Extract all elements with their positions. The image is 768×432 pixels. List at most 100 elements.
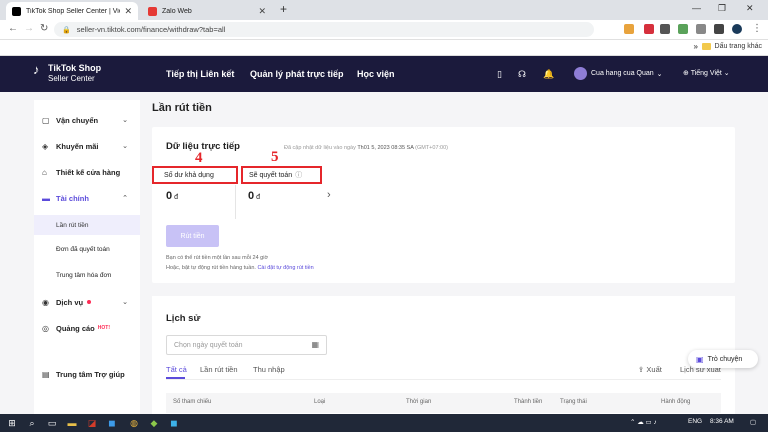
chat-icon: ▣	[696, 354, 704, 364]
available-label-text: Số dư khả dụng	[164, 171, 214, 179]
app-icon[interactable]: ◼	[106, 417, 118, 429]
info-icon[interactable]: ⓘ	[295, 170, 302, 180]
sidebar-item-finance[interactable]: ▬ Tài chính ⌃	[34, 190, 140, 206]
sidebar-sub-invoice-center[interactable]: Trung tâm hóa đơn	[34, 268, 140, 282]
settled-label-text: Sẽ quyết toán	[249, 171, 293, 179]
chevron-down-icon: ⌄	[122, 117, 128, 124]
col-amount: Thành tiền	[514, 399, 543, 405]
available-value: 0	[166, 190, 173, 202]
to-be-settled-label[interactable]: Sẽ quyết toán ⓘ	[241, 166, 322, 184]
wallet-icon: ▬	[42, 193, 50, 203]
sidebar-item-ads[interactable]: ◎ Quảng cáo HOT!	[34, 320, 140, 336]
tab-tiktok[interactable]: TikTok Shop Seller Center | Vietn ✕	[6, 2, 138, 20]
sidebar: ▢ Vận chuyển ⌄ ◈ Khuyến mãi ⌄ ⌂ Thiết kế…	[34, 100, 140, 416]
sidebar-item-services[interactable]: ◉ Dịch vụ ⌄	[34, 294, 140, 310]
export-button[interactable]: ⇪ Xuất	[638, 365, 662, 374]
bookmark-folder[interactable]: Dấu trang khác	[701, 43, 762, 50]
auto-withdraw-note: Hoặc, bật tự động rút tiền hàng tuần. Cà…	[166, 265, 314, 271]
withdraw-button[interactable]: Rút tiền	[166, 225, 219, 247]
auto-note-text: Hoặc, bật tự động rút tiền hàng tuần.	[166, 265, 256, 271]
notification-dot	[87, 300, 92, 304]
nav-affiliate[interactable]: Tiếp thị Liên kết	[166, 69, 234, 79]
tab-all[interactable]: Tất cả	[166, 365, 187, 374]
close-tab-icon[interactable]: ✕	[258, 6, 266, 17]
sidebar-sub-settled-orders[interactable]: Đơn đã quyết toán	[34, 242, 140, 256]
language-label: Tiếng Việt	[690, 70, 722, 77]
sidebar-item-label: Khuyến mãi	[56, 141, 99, 151]
file-explorer-icon[interactable]: ▬	[66, 417, 78, 429]
settled-value: 0	[248, 190, 255, 202]
annotation-5: 5	[271, 149, 279, 165]
search-icon[interactable]: ⌕	[26, 417, 38, 429]
menu-icon[interactable]: ⋮	[752, 23, 762, 34]
restore-icon[interactable]: ❐	[718, 3, 726, 14]
tab-zalo[interactable]: Zalo Web ✕	[142, 2, 272, 20]
annotation-4: 4	[195, 150, 203, 166]
forward-icon[interactable]: →	[24, 23, 34, 34]
chrome-icon[interactable]: ◍	[128, 417, 140, 429]
chat-button[interactable]: ▣ Trò chuyện	[688, 350, 758, 368]
url-input[interactable]: 🔒 seller-vn.tiktok.com/finance/withdraw?…	[54, 22, 594, 37]
col-time: Thời gian	[406, 399, 432, 405]
extension-icon[interactable]	[678, 24, 688, 34]
notification-icon[interactable]: ▢	[750, 418, 756, 426]
tab-withdrawals[interactable]: Lần rút tiền	[200, 365, 238, 374]
app-icon[interactable]: ◆	[148, 417, 160, 429]
shop-menu[interactable]: Cua hang cua Quan ⌄	[574, 67, 663, 80]
sidebar-item-store-design[interactable]: ⌂ Thiết kế cửa hàng	[34, 164, 140, 180]
close-window-icon[interactable]: ✕	[746, 3, 754, 14]
url-text: seller-vn.tiktok.com/finance/withdraw?ta…	[76, 25, 226, 34]
task-view-icon[interactable]: ▭	[46, 417, 58, 429]
back-icon[interactable]: ←	[8, 23, 18, 34]
extension-icon[interactable]	[660, 24, 670, 34]
updated-datetime: Th01 5, 2023 08:35 SA	[357, 145, 414, 151]
chevron-right-icon[interactable]: »	[694, 42, 698, 51]
clock[interactable]: 8:36 AM	[710, 418, 734, 425]
date-placeholder: Chọn ngày quyết toán	[174, 341, 243, 349]
sidebar-item-promotions[interactable]: ◈ Khuyến mãi ⌄	[34, 138, 140, 154]
currency: đ	[174, 194, 179, 201]
input-language[interactable]: ENG	[688, 418, 702, 425]
nav-academy[interactable]: Học viện	[357, 69, 395, 79]
folder-icon	[701, 43, 711, 50]
history-card: Lịch sử Chọn ngày quyết toán ▦ Tất cả Lầ…	[152, 296, 735, 426]
phone-icon[interactable]: ▯	[497, 69, 502, 80]
sidepanel-icon[interactable]	[714, 24, 724, 34]
updated-prefix: Đã cập nhật dữ liệu vào ngày	[284, 145, 356, 151]
pdf-app-icon[interactable]: ◪	[86, 417, 98, 429]
reload-icon[interactable]: ↻	[40, 23, 48, 34]
updated-time: Đã cập nhật dữ liệu vào ngày Th01 5, 202…	[284, 145, 448, 151]
headset-icon[interactable]: ☊	[518, 69, 526, 80]
puzzle-icon[interactable]	[696, 24, 706, 34]
date-picker-input[interactable]: Chọn ngày quyết toán ▦	[166, 335, 327, 355]
sidebar-item-help[interactable]: ▤ Trung tâm Trợ giúp	[34, 366, 140, 382]
tray-icons[interactable]: ⌃ ☁ ▭ ♪	[630, 418, 657, 426]
browser-tab-bar: TikTok Shop Seller Center | Vietn ✕ Zalo…	[0, 0, 768, 20]
sidebar-item-label: Thiết kế cửa hàng	[56, 167, 121, 177]
auto-withdraw-link[interactable]: Cài đặt tự động rút tiền	[257, 265, 313, 271]
windows-start-icon[interactable]: ⊞	[6, 417, 18, 429]
top-nav: ♪ TikTok Shop Seller Center Tiếp thị Liê…	[0, 56, 768, 92]
extension-icon[interactable]	[644, 24, 654, 34]
sidebar-item-shipping[interactable]: ▢ Vận chuyển ⌄	[34, 112, 140, 128]
history-title: Lịch sử	[166, 313, 201, 324]
upload-icon: ⇪	[638, 365, 645, 374]
chevron-right-icon[interactable]: ›	[327, 189, 331, 201]
calendar-icon: ▦	[311, 340, 319, 349]
col-action: Hành động	[661, 399, 691, 405]
app-icon[interactable]: ◼	[168, 417, 180, 429]
chevron-down-icon: ⌄	[122, 299, 128, 306]
tab-income[interactable]: Thu nhập	[253, 365, 285, 374]
box-icon: ▢	[42, 115, 50, 125]
col-status: Trạng thái	[560, 399, 587, 405]
minimize-icon[interactable]: —	[692, 3, 701, 13]
profile-avatar[interactable]	[732, 24, 742, 34]
bell-icon[interactable]: 🔔	[543, 69, 554, 80]
close-tab-icon[interactable]: ✕	[124, 6, 132, 17]
col-reference: Số tham chiếu	[173, 399, 212, 405]
new-tab-icon[interactable]: +	[280, 2, 287, 16]
language-select[interactable]: ⊕ Tiếng Việt ⌄	[683, 69, 730, 77]
extension-icon[interactable]	[624, 24, 634, 34]
nav-live[interactable]: Quản lý phát trực tiếp	[250, 69, 344, 79]
sidebar-sub-withdrawals[interactable]: Lần rút tiền	[34, 215, 140, 235]
